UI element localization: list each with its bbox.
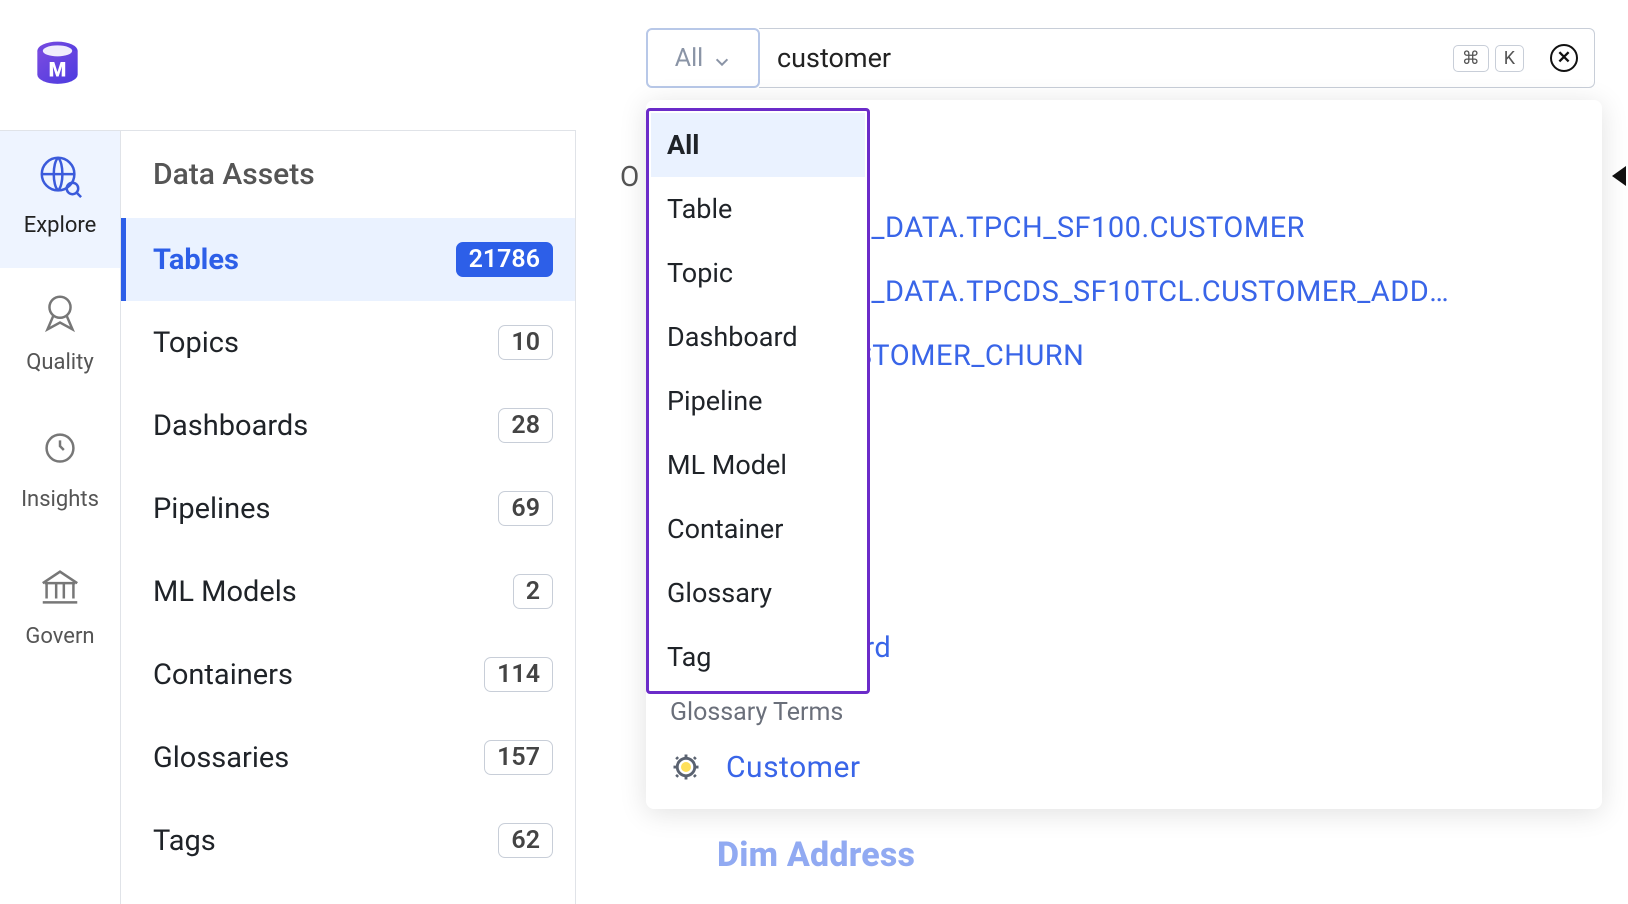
asset-count-badge: 62 xyxy=(498,823,553,858)
dropdown-item-dashboard[interactable]: Dashboard xyxy=(651,305,865,369)
rail-label: Quality xyxy=(26,350,94,375)
clear-search-button[interactable]: ✕ xyxy=(1550,44,1578,72)
asset-label: Topics xyxy=(153,326,239,360)
asset-count-badge: 157 xyxy=(484,740,553,775)
sidebar-item-containers[interactable]: Containers 114 xyxy=(121,633,575,716)
rail-insights[interactable]: Insights xyxy=(0,405,120,542)
overview-text-partial: O xyxy=(620,160,639,193)
globe-search-icon xyxy=(37,153,83,199)
dropdown-item-pipeline[interactable]: Pipeline xyxy=(651,369,865,433)
bank-icon xyxy=(37,564,83,610)
sidebar-item-glossaries[interactable]: Glossaries 157 xyxy=(121,716,575,799)
sidebar-item-pipelines[interactable]: Pipelines 69 xyxy=(121,467,575,550)
dropdown-item-container[interactable]: Container xyxy=(651,497,865,561)
sidebar-title: Data Assets xyxy=(121,131,575,218)
asset-count-badge: 69 xyxy=(498,491,553,526)
asset-label: Tables xyxy=(153,243,239,277)
sidebar-item-mlmodels[interactable]: ML Models 2 xyxy=(121,550,575,633)
dropdown-item-table[interactable]: Table xyxy=(651,177,865,241)
asset-count-badge: 28 xyxy=(498,408,553,443)
dropdown-item-glossary[interactable]: Glossary xyxy=(651,561,865,625)
dropdown-item-topic[interactable]: Topic xyxy=(651,241,865,305)
entity-filter-dropdown: All Table Topic Dashboard Pipeline ML Mo… xyxy=(646,108,870,694)
svg-text:M: M xyxy=(49,57,67,81)
rail-govern[interactable]: Govern xyxy=(0,542,120,679)
search-filter-select[interactable]: All xyxy=(646,28,760,88)
asset-count-badge: 2 xyxy=(513,574,553,609)
sidebar-item-topics[interactable]: Topics 10 xyxy=(121,301,575,384)
asset-label: ML Models xyxy=(153,575,297,609)
sidebar-item-tables[interactable]: Tables 21786 xyxy=(121,218,575,301)
dropdown-item-mlmodel[interactable]: ML Model xyxy=(651,433,865,497)
asset-label: Dashboards xyxy=(153,409,308,443)
app-logo: M xyxy=(30,38,85,93)
rail-label: Govern xyxy=(25,624,94,649)
gear-bulb-icon xyxy=(670,752,702,782)
chevron-down-icon xyxy=(713,49,731,67)
search-input[interactable]: customer ⌘ K ✕ xyxy=(759,28,1595,88)
asset-count-badge: 10 xyxy=(498,325,553,360)
rail-quality[interactable]: Quality xyxy=(0,268,120,405)
kbd-cmd: ⌘ xyxy=(1453,45,1489,72)
rail-label: Insights xyxy=(21,487,99,512)
search-filter-label: All xyxy=(675,44,703,73)
asset-count-badge: 21786 xyxy=(456,242,553,277)
asset-label: Tags xyxy=(153,824,216,858)
dropdown-item-tag[interactable]: Tag xyxy=(651,625,865,689)
search-bar: All customer ⌘ K ✕ xyxy=(646,28,1595,88)
asset-label: Glossaries xyxy=(153,741,289,775)
suggestion-row[interactable]: Customer xyxy=(646,735,1602,799)
asset-count-badge: 114 xyxy=(484,657,553,692)
nav-rail: Explore Quality Insights Govern xyxy=(0,130,120,679)
result-title-dim-address[interactable]: Dim Address xyxy=(717,835,915,875)
suggestion-text: Customer xyxy=(726,750,861,785)
search-shortcut: ⌘ K xyxy=(1453,45,1524,72)
kbd-k: K xyxy=(1495,45,1524,72)
dropdown-item-all[interactable]: All xyxy=(651,113,865,177)
sidebar: Data Assets Tables 21786 Topics 10 Dashb… xyxy=(120,130,576,904)
asset-label: Containers xyxy=(153,658,293,692)
rail-explore[interactable]: Explore xyxy=(0,131,120,268)
bulb-icon xyxy=(37,427,83,473)
rail-label: Explore xyxy=(24,213,97,238)
sidebar-item-tags[interactable]: Tags 62 xyxy=(121,799,575,882)
asset-label: Pipelines xyxy=(153,492,270,526)
sidebar-item-dashboards[interactable]: Dashboards 28 xyxy=(121,384,575,467)
collapse-triangle-icon[interactable] xyxy=(1612,166,1626,186)
award-icon xyxy=(37,290,83,336)
search-input-value: customer xyxy=(777,42,891,74)
